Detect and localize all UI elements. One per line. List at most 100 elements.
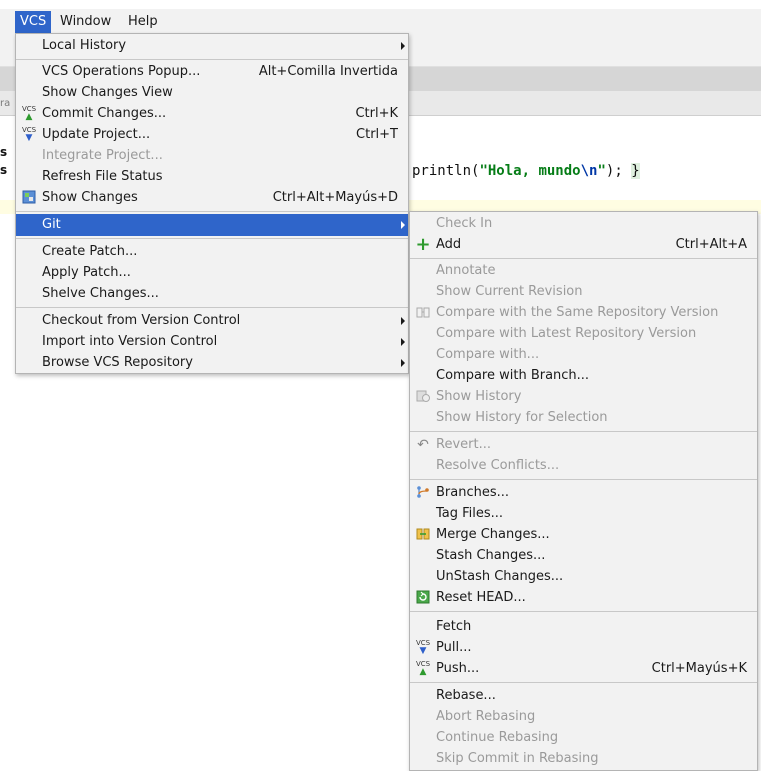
menu-item-import[interactable]: Import into Version Control: [16, 331, 408, 353]
menu-item-label: Merge Changes...: [436, 527, 550, 542]
submenu-arrow-icon: [401, 42, 405, 50]
menu-item-label: Import into Version Control: [42, 334, 218, 349]
menu-item-label: Add: [436, 237, 462, 252]
git-submenu: Check In + Add Ctrl+Alt+A Annotate Show Cu…: [409, 211, 758, 771]
menu-item-reset-head[interactable]: Reset HEAD...: [410, 587, 757, 609]
menu-item-label: Continue Rebasing: [436, 730, 559, 745]
code-escape: \n: [580, 163, 598, 179]
submenu-arrow-icon: [401, 317, 405, 325]
menu-item-create-patch[interactable]: Create Patch...: [16, 241, 408, 263]
menu-item-push[interactable]: VCS ▲ Push... Ctrl+Mayús+K: [410, 658, 757, 680]
vcs-pull-icon: VCS ▼: [415, 639, 431, 656]
menu-window-label: Window: [60, 14, 112, 29]
menu-item-rebase[interactable]: Rebase...: [410, 685, 757, 707]
menu-item-check-in: Check In: [410, 213, 757, 235]
menu-item-shortcut: Ctrl+Mayús+K: [651, 661, 747, 676]
menu-item-compare-with: Compare with...: [410, 344, 757, 366]
menu-item-merge-changes[interactable]: Merge Changes...: [410, 524, 757, 546]
menu-separator: [410, 682, 757, 683]
menu-item-shortcut: Alt+Comilla Invertida: [258, 64, 398, 79]
show-changes-icon: [21, 190, 37, 206]
menu-separator: [16, 307, 408, 308]
menu-item-show-changes[interactable]: Show Changes Ctrl+Alt+Mayús+D: [16, 187, 408, 209]
menu-bar: VCS Window Help: [0, 0, 761, 33]
menu-item-label: Checkout from Version Control: [42, 313, 241, 328]
menu-item-abort-rebasing: Abort Rebasing: [410, 706, 757, 728]
code-string: "Hola: [479, 163, 522, 179]
menu-item-label: Stash Changes...: [436, 548, 546, 563]
submenu-arrow-icon: [401, 359, 405, 367]
menu-item-unstash-changes[interactable]: UnStash Changes...: [410, 566, 757, 588]
reset-icon: [415, 590, 431, 606]
menu-item-local-history[interactable]: Local History: [16, 35, 408, 57]
menu-item-label: Show Changes View: [42, 85, 173, 100]
menu-item-label: Browse VCS Repository: [42, 355, 193, 370]
menu-item-label: Commit Changes...: [42, 106, 167, 121]
menu-item-label: Rebase...: [436, 688, 496, 703]
menu-item-apply-patch[interactable]: Apply Patch...: [16, 262, 408, 284]
menu-item-refresh-file-status[interactable]: Refresh File Status: [16, 166, 408, 188]
menu-item-git[interactable]: Git: [16, 214, 408, 236]
code-text: println(: [412, 163, 480, 179]
gutter-letter: s: [0, 163, 8, 177]
compare-icon: [415, 305, 431, 321]
menu-separator: [16, 211, 408, 212]
menu-item-show-changes-view[interactable]: Show Changes View: [16, 82, 408, 104]
submenu-arrow-icon: [401, 338, 405, 346]
menu-item-label: Check In: [436, 216, 493, 231]
menu-item-compare-latest-repo: Compare with Latest Repository Version: [410, 323, 757, 345]
menu-window[interactable]: Window: [55, 11, 116, 33]
menu-item-label: Compare with Latest Repository Version: [436, 326, 697, 341]
menu-item-shortcut: Ctrl+K: [355, 106, 398, 121]
code-line[interactable]: println("Hola, mundo\n"); }: [412, 160, 640, 182]
menu-item-commit-changes[interactable]: VCS ▲ Commit Changes... Ctrl+K: [16, 103, 408, 125]
code-string: mundo: [538, 163, 581, 179]
menu-item-label: Annotate: [436, 263, 496, 278]
window-top-strip: [0, 0, 761, 9]
branch-icon: [415, 485, 431, 501]
menu-item-label: Reset HEAD...: [436, 590, 526, 605]
menu-item-add[interactable]: + Add Ctrl+Alt+A: [410, 234, 757, 256]
menu-item-label: Integrate Project...: [42, 148, 163, 163]
menu-item-label: Tag Files...: [436, 506, 504, 521]
menu-item-label: Abort Rebasing: [436, 709, 536, 724]
menu-item-show-history-selection: Show History for Selection: [410, 407, 757, 429]
menu-item-vcs-operations-popup[interactable]: VCS Operations Popup... Alt+Comilla Inver…: [16, 61, 408, 83]
menu-item-resolve-conflicts: Resolve Conflicts...: [410, 455, 757, 477]
menu-vcs[interactable]: VCS: [15, 11, 52, 33]
menu-item-pull[interactable]: VCS ▼ Pull...: [410, 637, 757, 659]
gutter-label: ra: [0, 98, 11, 109]
plus-icon: +: [415, 234, 431, 255]
menu-item-fetch[interactable]: Fetch: [410, 616, 757, 638]
vcs-menu: Local History VCS Operations Popup... Alt…: [15, 33, 409, 374]
menu-item-label: Branches...: [436, 485, 510, 500]
code-string: ,: [521, 163, 539, 179]
menu-separator: [16, 238, 408, 239]
menu-item-label: Show Changes: [42, 190, 138, 205]
merge-icon: [415, 527, 431, 543]
menu-separator: [16, 59, 408, 60]
menu-item-label: Revert...: [436, 437, 491, 452]
menu-item-label: Git: [42, 217, 61, 232]
menu-item-tag-files[interactable]: Tag Files...: [410, 503, 757, 525]
menu-item-label: Show History: [436, 389, 522, 404]
menu-item-compare-with-branch[interactable]: Compare with Branch...: [410, 365, 757, 387]
menu-item-compare-same-repo: Compare with the Same Repository Version: [410, 302, 757, 324]
menu-item-label: Pull...: [436, 640, 472, 655]
menu-help-label: Help: [128, 14, 158, 29]
menu-item-annotate: Annotate: [410, 260, 757, 282]
menu-item-label: Compare with Branch...: [436, 368, 590, 383]
menu-item-label: Shelve Changes...: [42, 286, 159, 301]
menu-item-update-project[interactable]: VCS ▼ Update Project... Ctrl+T: [16, 124, 408, 146]
menu-item-stash-changes[interactable]: Stash Changes...: [410, 545, 757, 567]
menu-item-browse[interactable]: Browse VCS Repository: [16, 352, 408, 374]
menu-help[interactable]: Help: [123, 11, 163, 33]
code-brace: }: [631, 163, 640, 179]
menu-item-label: Local History: [42, 38, 127, 53]
vcs-commit-icon: VCS ▲: [21, 105, 37, 122]
menu-item-checkout[interactable]: Checkout from Version Control: [16, 310, 408, 332]
menu-item-label: Compare with...: [436, 347, 540, 362]
vcs-update-icon: VCS ▼: [21, 126, 37, 143]
menu-item-shelve-changes[interactable]: Shelve Changes...: [16, 283, 408, 305]
menu-item-branches[interactable]: Branches...: [410, 482, 757, 504]
